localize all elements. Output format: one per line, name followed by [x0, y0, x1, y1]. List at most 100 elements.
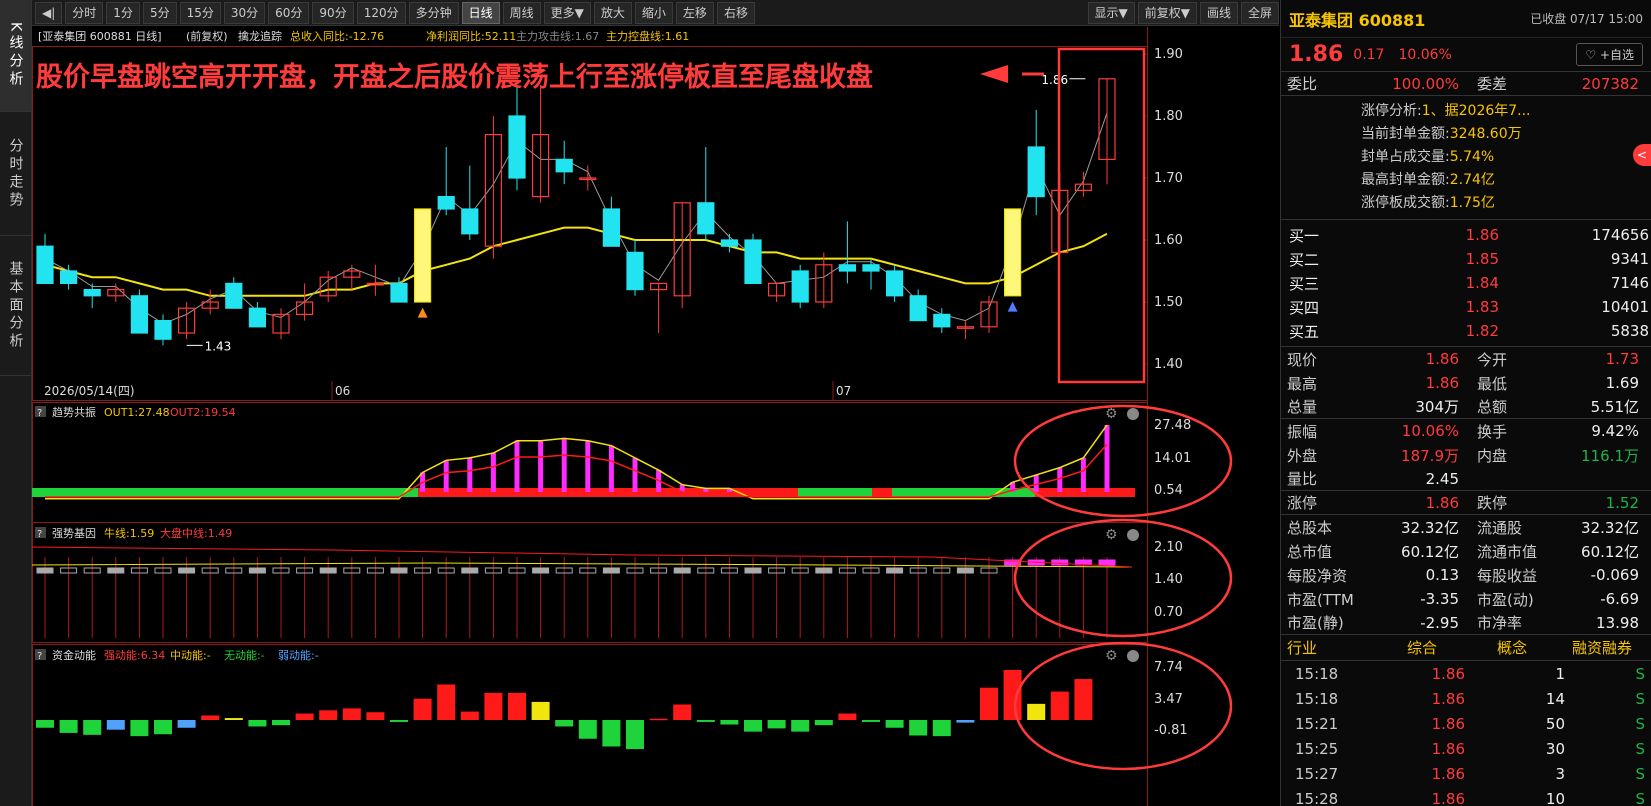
stat-value: 1.69 — [1605, 374, 1639, 392]
stat-row: 市盈(静) -2.95 市净率 13.98 — [1281, 611, 1651, 635]
gene-box — [36, 567, 54, 574]
period-button-0[interactable]: 分时 — [65, 1, 104, 24]
period-button-14[interactable]: 左移 — [675, 1, 714, 24]
capital-bar — [390, 720, 408, 722]
period-button-4[interactable]: 30分 — [223, 1, 266, 24]
price-tick: 1.70 — [1154, 171, 1183, 186]
gene-box — [602, 567, 620, 574]
period-button-6[interactable]: 90分 — [312, 1, 354, 24]
bid-volume: 5838 — [1610, 322, 1649, 340]
limit-up-analysis: 涨停分析:1、据2026年7... 当前封单金额:3248.60万 封单占成交量:5… — [1281, 96, 1651, 220]
low-price-label: 1.43 — [205, 339, 232, 353]
nav-fundamentals[interactable]: 基本面分析 — [0, 236, 31, 376]
period-button-5[interactable]: 60分 — [268, 1, 310, 24]
period-button-13[interactable]: 缩小 — [634, 1, 673, 24]
nav-timeshare[interactable]: 分时走势 — [0, 112, 31, 236]
stat-row: 现价 1.86 今开 1.73 — [1281, 347, 1651, 371]
stat-label: 流通市值 — [1477, 542, 1538, 561]
candle-body — [1003, 208, 1022, 297]
capital-bar — [224, 718, 243, 720]
period-button-11[interactable]: 更多▼ — [543, 1, 591, 24]
stat-label: 每股收益 — [1477, 566, 1538, 585]
order-book-row[interactable]: 买二 1.85 9341 — [1281, 247, 1651, 271]
kline-chart[interactable]: [亚泰集团 600881 日线] (前复权) 擒龙追踪 总收入同比:-12.76 净利润… — [32, 27, 1279, 806]
stat-label: 现价 — [1287, 350, 1318, 369]
tick-side: S — [1635, 689, 1645, 708]
add-watchlist-button[interactable]: ♡ +自选 — [1576, 43, 1643, 66]
toolbar-right-button-3[interactable]: 全屏 — [1240, 1, 1279, 24]
capital-bar — [508, 692, 526, 720]
period-button-10[interactable]: 周线 — [502, 1, 541, 24]
capital-bar — [649, 718, 668, 721]
chart-area[interactable]: [亚泰集团 600881 日线] (前复权) 擒龙追踪 总收入同比:-12.76 净利润… — [32, 27, 1279, 806]
tick-row: 15:25 1.86 30 S — [1281, 736, 1651, 761]
period-button-7[interactable]: 120分 — [356, 1, 406, 24]
tick-price: 1.86 — [1431, 689, 1465, 708]
back-button[interactable]: ◀| — [35, 1, 63, 24]
stat-label: 今开 — [1477, 350, 1508, 369]
period-toolbar: ◀| 分时 1分 5分 15分 30分 60分 90分 120分 多分钟 日线 周线 更多▼ 放大 缩小 左移… — [32, 0, 1279, 26]
order-book-row[interactable]: 买五 1.82 5838 — [1281, 319, 1651, 343]
capital-bar — [626, 720, 644, 750]
tab-2[interactable]: 概念 — [1467, 637, 1557, 658]
toolbar-right-button-0[interactable]: 显示▼ — [1087, 1, 1135, 24]
tick-price: 1.86 — [1431, 789, 1465, 806]
toolbar-right-button-1[interactable]: 前复权▼ — [1137, 1, 1197, 24]
period-button-3[interactable]: 15分 — [179, 1, 221, 24]
stat-value: 60.12亿 — [1401, 542, 1459, 561]
gear-icon: ⚙ — [1105, 406, 1118, 422]
stat-label: 振幅 — [1287, 422, 1318, 441]
tab-0[interactable]: 行业 — [1287, 637, 1377, 658]
stat-value: 9.42% — [1591, 422, 1639, 440]
panel-value: OUT2:19.54 — [170, 406, 236, 419]
capital-bar — [602, 720, 621, 747]
period-button-8[interactable]: 多分钟 — [408, 1, 459, 24]
period-button-9[interactable]: 日线 — [461, 1, 500, 24]
capital-bar — [980, 687, 998, 720]
candle-body — [602, 208, 621, 247]
tick-volume: 3 — [1555, 764, 1565, 783]
period-button-15[interactable]: 右移 — [716, 1, 755, 24]
nav-kline[interactable]: K线分析 — [0, 0, 31, 112]
collapse-panel-icon[interactable]: < — [1633, 144, 1651, 166]
quote-stats: 现价 1.86 今开 1.73 最高 1.86 最低 1.69 总量 304万 总额 5.51亿 振幅 1… — [1281, 347, 1651, 635]
trend-bar — [443, 460, 449, 492]
indicator-tick: 7.74 — [1154, 660, 1183, 675]
bid-volume: 9341 — [1610, 250, 1649, 268]
tick-time: 15:28 — [1295, 789, 1339, 806]
period-button-1[interactable]: 1分 — [106, 1, 140, 24]
header-text: [亚泰集团 600881 日线] — [38, 29, 162, 43]
limit-row: 涨停板成交额:1.75亿 — [1361, 192, 1651, 215]
last-price: 1.86 — [1289, 42, 1344, 67]
tick-volume: 50 — [1545, 714, 1565, 733]
bid-price: 1.83 — [1465, 298, 1499, 316]
bid-volume: 7146 — [1610, 274, 1649, 292]
capital-bar — [59, 720, 78, 733]
stat-value: -6.69 — [1600, 590, 1639, 608]
toolbar-right-button-2[interactable]: 画线 — [1199, 1, 1238, 24]
capital-bar — [885, 720, 904, 728]
tab-1[interactable]: 综合 — [1377, 637, 1467, 658]
stat-value: 1.86 — [1425, 350, 1459, 368]
limit-row: 涨停分析:1、据2026年7... — [1361, 100, 1651, 123]
stat-value: 304万 — [1415, 398, 1459, 416]
header-text: 主力控盘线:1.61 — [606, 29, 689, 43]
period-button-12[interactable]: 放大 — [593, 1, 632, 24]
gene-box — [461, 567, 479, 574]
period-button-2[interactable]: 5分 — [142, 1, 177, 24]
limit-row: 封单占成交量:5.74% — [1361, 146, 1651, 169]
capital-bar — [1003, 670, 1022, 720]
capital-bar — [319, 710, 338, 720]
stat-value: 1.73 — [1605, 350, 1639, 368]
limit-row: 当前封单金额:3248.60万 — [1361, 123, 1651, 146]
trend-bar — [1080, 457, 1086, 492]
candle-body — [225, 282, 243, 309]
candle-body — [60, 270, 78, 284]
order-book-row[interactable]: 买四 1.83 10401 — [1281, 295, 1651, 319]
gene-box — [178, 567, 196, 574]
capital-bar — [437, 684, 456, 720]
tick-side: S — [1635, 789, 1645, 806]
tab-3[interactable]: 融资融券 — [1557, 637, 1647, 658]
order-book-row[interactable]: 买三 1.84 7146 — [1281, 271, 1651, 295]
order-book-row[interactable]: 买一 1.86 174656 — [1281, 223, 1651, 247]
